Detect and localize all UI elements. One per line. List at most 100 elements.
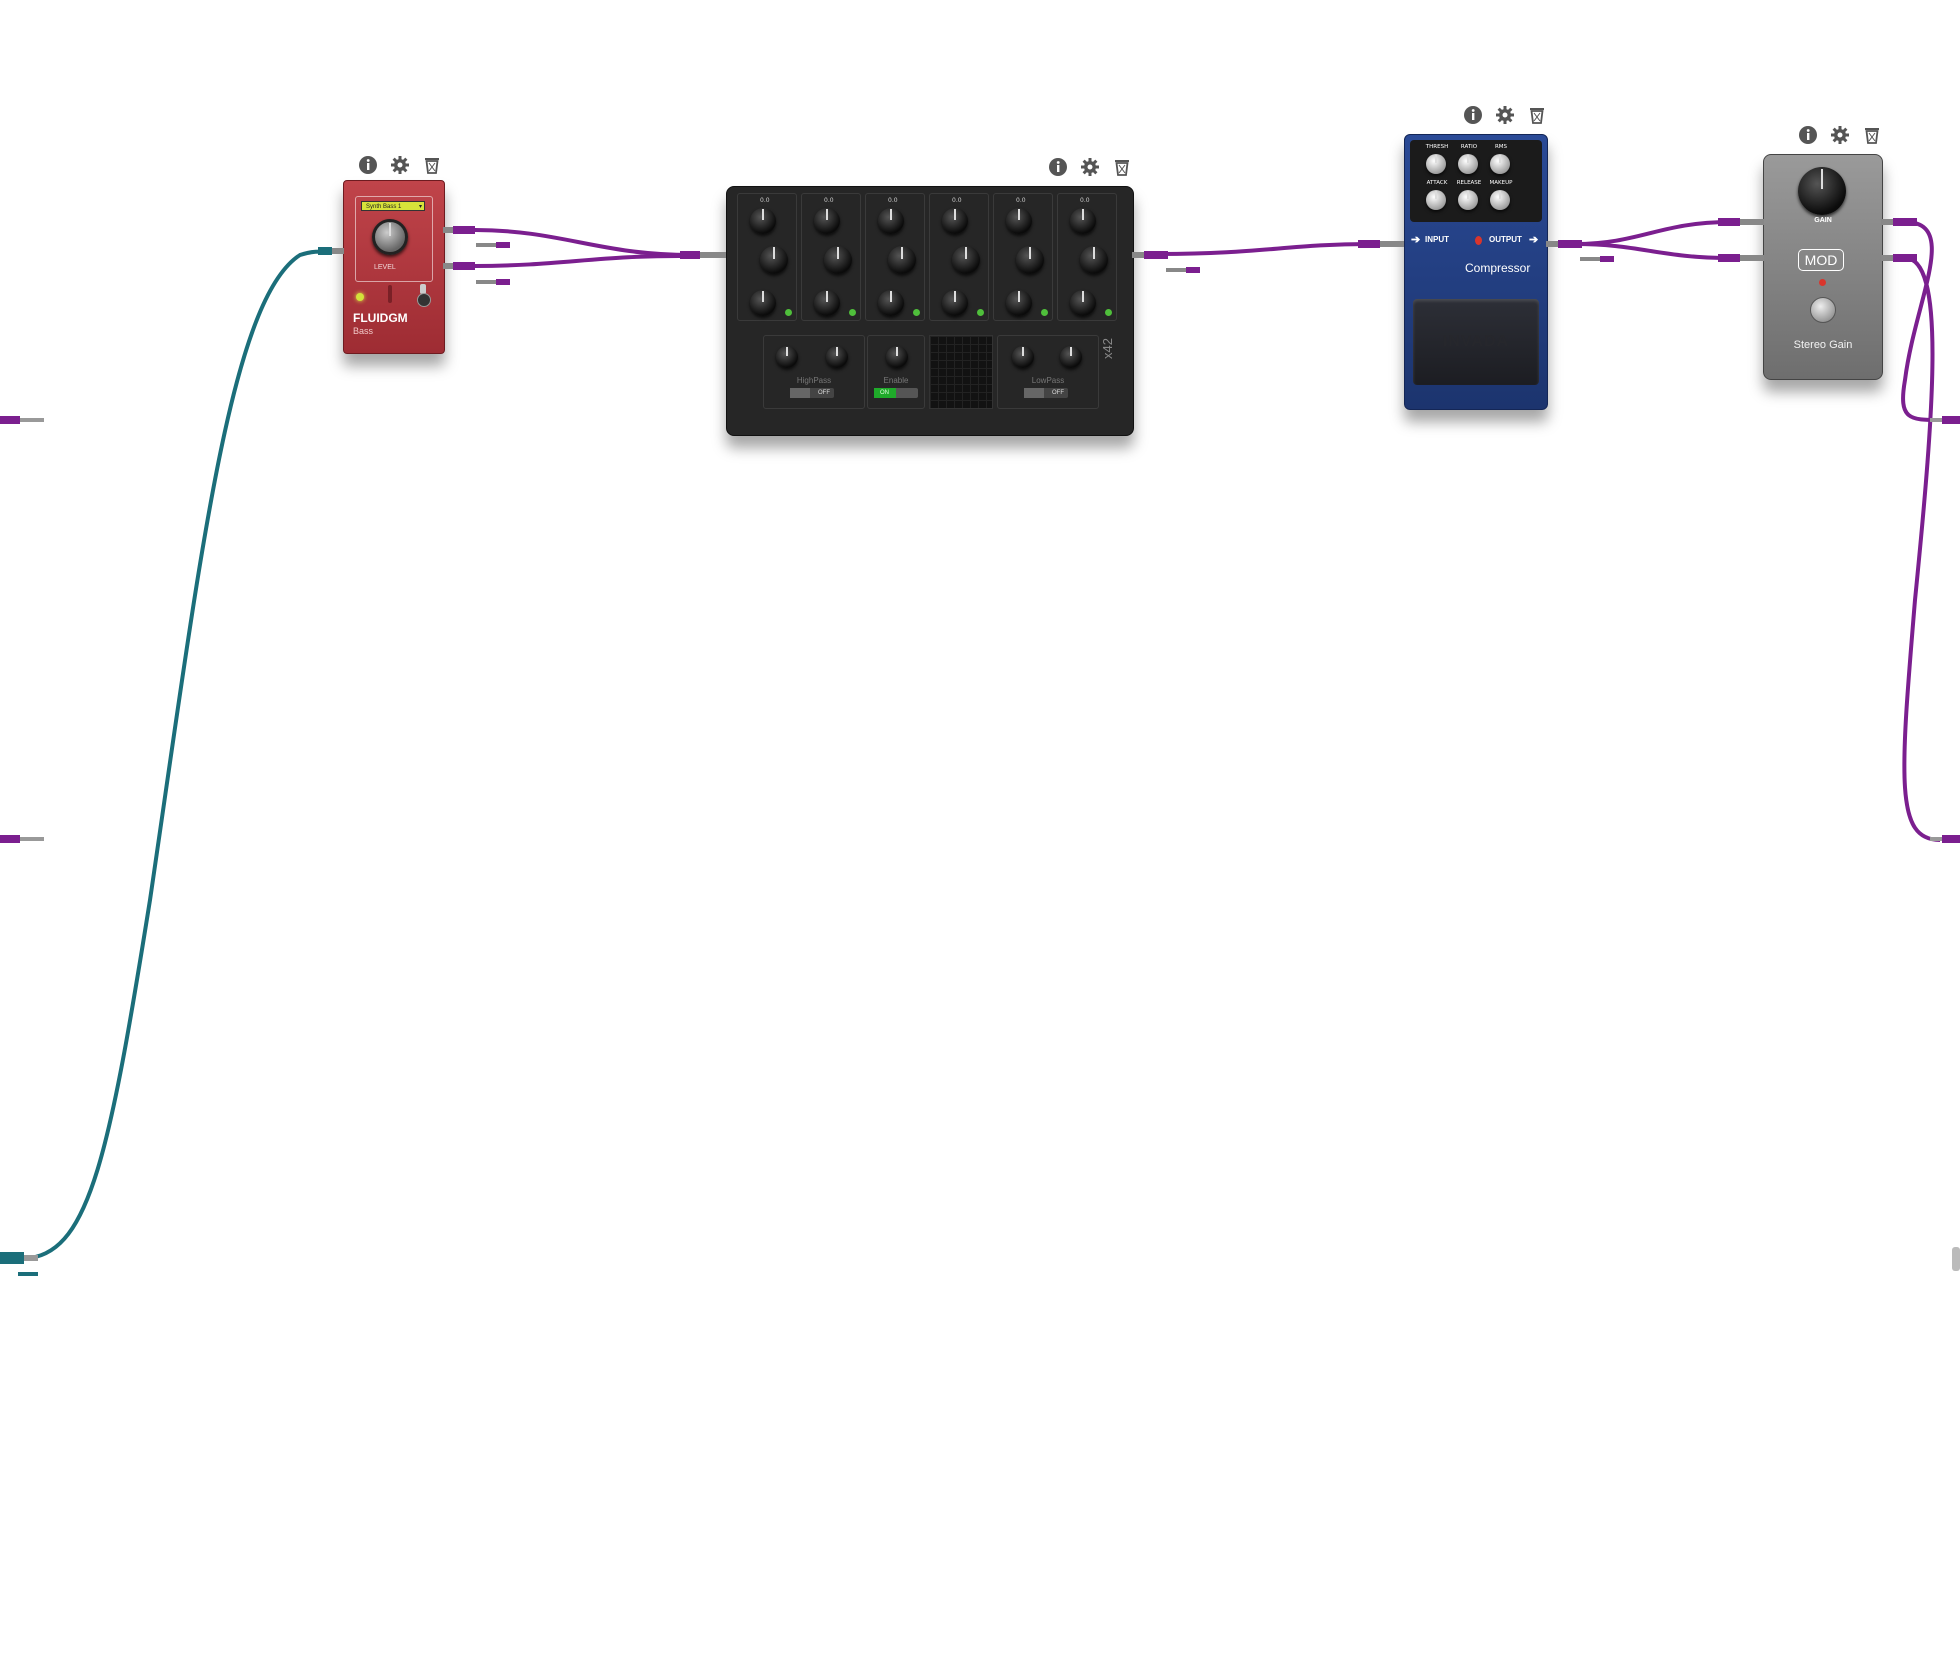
- compressor-toolbar: [1462, 104, 1548, 126]
- compressor-output-jack[interactable]: [1546, 237, 1582, 251]
- level-knob[interactable]: [372, 219, 408, 255]
- footswitch[interactable]: INVADA: [1413, 299, 1539, 385]
- highpass-toggle-state: OFF: [818, 390, 830, 396]
- audio-cable: [1574, 220, 1731, 246]
- compressor-pedal[interactable]: THRESH RATIO RMS ATTACK RELEASE MAKEUP ➔ INPU…: [1404, 134, 1548, 410]
- trash-icon[interactable]: [1526, 104, 1548, 126]
- band-gain-knob[interactable]: [1070, 208, 1096, 234]
- lowpass-toggle-state: OFF: [1052, 390, 1064, 396]
- release-knob[interactable]: [1458, 190, 1478, 210]
- band-enable-led[interactable]: [1041, 309, 1048, 316]
- highpass-toggle[interactable]: OFF: [790, 388, 834, 398]
- toggle-switch[interactable]: [417, 284, 431, 307]
- band-gain-knob[interactable]: [942, 208, 968, 234]
- gain-input-jack-r[interactable]: [1718, 251, 1764, 265]
- trash-icon[interactable]: [1111, 156, 1133, 178]
- unconnected-jack[interactable]: [476, 240, 510, 250]
- band-freq-knob[interactable]: [952, 246, 980, 274]
- unconnected-jack[interactable]: [1580, 254, 1614, 264]
- capture-jack-1[interactable]: [0, 413, 46, 427]
- arrow-right-icon: ➔: [1411, 234, 1421, 246]
- highpass-q-knob[interactable]: [826, 346, 848, 368]
- midi-input-jack[interactable]: [318, 244, 344, 258]
- band-freq-knob[interactable]: [1016, 246, 1044, 274]
- pedalboard-canvas[interactable]: Synth Bass 1 ▾ LEVEL FLUIDGM Bass 0.0 0.0 0…: [0, 0, 1960, 1678]
- gear-icon[interactable]: [1494, 104, 1516, 126]
- band-enable-led[interactable]: [913, 309, 920, 316]
- playback-jack-1[interactable]: [1930, 413, 1960, 427]
- band-freq-knob[interactable]: [1080, 246, 1108, 274]
- preset-name: Synth Bass 1: [366, 204, 402, 210]
- band-q-knob[interactable]: [814, 290, 840, 316]
- midi-capture-jack[interactable]: [0, 1250, 40, 1278]
- band-enable-led[interactable]: [977, 309, 984, 316]
- band-freq-knob[interactable]: [824, 246, 852, 274]
- footswitch[interactable]: [1810, 297, 1836, 323]
- lowpass-q-knob[interactable]: [1060, 346, 1082, 368]
- unconnected-jack[interactable]: [476, 277, 510, 287]
- thresh-knob[interactable]: [1426, 154, 1446, 174]
- band-value: 0.0: [952, 197, 962, 204]
- band-enable-led[interactable]: [1105, 309, 1112, 316]
- info-icon[interactable]: [1462, 104, 1484, 126]
- midi-playback-jack[interactable]: [1950, 1245, 1960, 1273]
- band-enable-led[interactable]: [785, 309, 792, 316]
- band-freq-knob[interactable]: [888, 246, 916, 274]
- ratio-knob[interactable]: [1458, 154, 1478, 174]
- enable-toggle[interactable]: ON: [874, 388, 918, 398]
- x42-eq-pedal[interactable]: 0.0 0.0 0.0 0.0 0.0 0.0 HighPass OFF Enable O…: [726, 186, 1134, 436]
- compressor-knob-label: RATIO: [1460, 144, 1478, 150]
- enable-gain-knob[interactable]: [886, 346, 908, 368]
- x42-output-jack[interactable]: [1132, 248, 1168, 262]
- unconnected-jack[interactable]: [1166, 265, 1200, 275]
- lowpass-toggle[interactable]: OFF: [1024, 388, 1068, 398]
- fluidgm-pedal[interactable]: Synth Bass 1 ▾ LEVEL FLUIDGM Bass: [343, 180, 445, 354]
- band-gain-knob[interactable]: [1006, 208, 1032, 234]
- info-icon[interactable]: [1797, 124, 1819, 146]
- band-q-knob[interactable]: [1070, 290, 1096, 316]
- x42-input-jack[interactable]: [680, 248, 726, 262]
- lowpass-freq-knob[interactable]: [1012, 346, 1034, 368]
- highpass-freq-knob[interactable]: [776, 346, 798, 368]
- band-value: 0.0: [760, 197, 770, 204]
- capture-jack-2[interactable]: [0, 832, 46, 846]
- playback-jack-2[interactable]: [1930, 832, 1960, 846]
- midi-cable: [29, 249, 336, 1260]
- info-icon[interactable]: [1047, 156, 1069, 178]
- eq-band: 0.0: [865, 193, 925, 321]
- audio-output-jack-l[interactable]: [443, 223, 475, 237]
- brand-label: FLUIDGM: [353, 311, 408, 325]
- gear-icon[interactable]: [1829, 124, 1851, 146]
- band-q-knob[interactable]: [1006, 290, 1032, 316]
- trash-icon[interactable]: [1861, 124, 1883, 146]
- band-q-knob[interactable]: [750, 290, 776, 316]
- status-led: [1819, 279, 1826, 286]
- band-enable-led[interactable]: [849, 309, 856, 316]
- x42-logo: x42: [1100, 338, 1115, 359]
- gain-output-jack-r[interactable]: [1881, 251, 1917, 265]
- x42-toolbar: [1047, 156, 1133, 178]
- rms-knob[interactable]: [1490, 154, 1510, 174]
- info-icon[interactable]: [357, 154, 379, 176]
- preset-select[interactable]: Synth Bass 1 ▾: [361, 201, 425, 211]
- gain-knob[interactable]: [1798, 167, 1846, 215]
- gear-icon[interactable]: [389, 154, 411, 176]
- stereo-gain-pedal[interactable]: GAIN MOD Stereo Gain: [1763, 154, 1883, 380]
- gear-icon[interactable]: [1079, 156, 1101, 178]
- trash-icon[interactable]: [421, 154, 443, 176]
- lowpass-label: LowPass: [1031, 376, 1065, 385]
- audio-output-jack-r[interactable]: [443, 259, 475, 273]
- band-value: 0.0: [888, 197, 898, 204]
- band-gain-knob[interactable]: [750, 208, 776, 234]
- eq-band: 0.0: [801, 193, 861, 321]
- band-q-knob[interactable]: [942, 290, 968, 316]
- band-freq-knob[interactable]: [760, 246, 788, 274]
- makeup-knob[interactable]: [1490, 190, 1510, 210]
- attack-knob[interactable]: [1426, 190, 1446, 210]
- band-gain-knob[interactable]: [814, 208, 840, 234]
- band-gain-knob[interactable]: [878, 208, 904, 234]
- band-q-knob[interactable]: [878, 290, 904, 316]
- gain-input-jack-l[interactable]: [1718, 215, 1764, 229]
- compressor-input-jack[interactable]: [1358, 237, 1404, 251]
- gain-output-jack-l[interactable]: [1881, 215, 1917, 229]
